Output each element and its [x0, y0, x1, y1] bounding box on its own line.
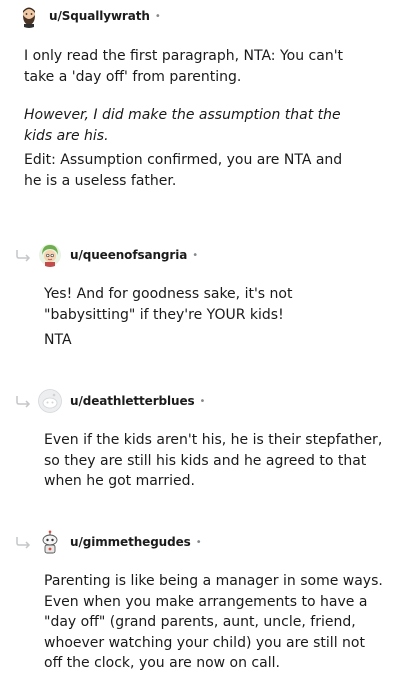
separator-dot: •: [199, 395, 206, 407]
separator-dot: •: [154, 10, 161, 22]
comment-header: u/Squallywrath •: [17, 4, 161, 28]
avatar[interactable]: [17, 4, 41, 28]
reply-arrow-icon: [16, 396, 31, 408]
comment-paragraph: NTA: [44, 332, 72, 348]
reply-arrow-icon: [16, 250, 31, 262]
username[interactable]: u/deathletterblues: [70, 394, 195, 408]
comment-paragraph: I only read the first paragraph, NTA: Yo…: [24, 48, 344, 85]
separator-dot: •: [195, 536, 202, 548]
snoo-default-icon: [38, 389, 62, 413]
comment-paragraph: Yes! And for goodness sake, it's not "ba…: [44, 286, 293, 323]
separator-dot: •: [192, 249, 199, 261]
comment-body: Parenting is like being a manager in som…: [44, 571, 384, 674]
comment-header: u/queenofsangria •: [38, 243, 198, 267]
comment-body: I only read the first paragraph, NTA: Yo…: [24, 46, 364, 191]
username[interactable]: u/queenofsangria: [70, 248, 187, 262]
bearded-man-icon: [23, 7, 35, 28]
avatar[interactable]: [38, 530, 62, 554]
username[interactable]: u/Squallywrath: [49, 9, 150, 23]
username[interactable]: u/gimmethegudes: [70, 535, 191, 549]
comment-paragraph: Edit: Assumption confirmed, you are NTA …: [24, 152, 343, 189]
comment-paragraph: Even if the kids aren't his, he is their…: [44, 432, 383, 489]
avatar[interactable]: [38, 389, 62, 413]
comment-body: Yes! And for goodness sake, it's not "ba…: [44, 284, 384, 351]
comment-body: Even if the kids aren't his, he is their…: [44, 430, 384, 492]
comment-header: u/gimmethegudes •: [38, 530, 202, 554]
green-hair-icon: [39, 244, 61, 267]
comment-paragraph-italic: However, I did make the assumption that …: [24, 107, 341, 144]
reply-arrow-icon: [16, 537, 31, 549]
robot-snoo-icon: [42, 530, 58, 554]
avatar[interactable]: [38, 243, 62, 267]
comment-header: u/deathletterblues •: [38, 389, 205, 413]
comment-paragraph: Parenting is like being a manager in som…: [44, 573, 383, 671]
